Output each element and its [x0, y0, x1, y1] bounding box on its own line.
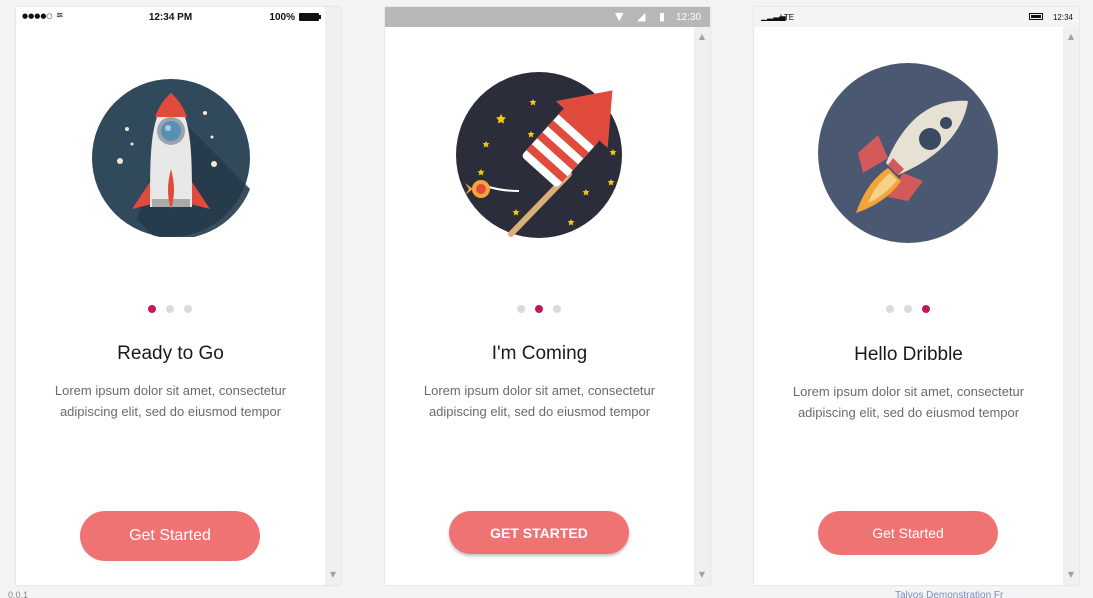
page-dot-3[interactable]: [922, 305, 930, 313]
scrollbar[interactable]: ▼: [325, 7, 341, 585]
battery-level: 100%: [269, 12, 295, 23]
page-indicator: [517, 305, 561, 313]
page-indicator: [886, 305, 930, 313]
ios-screen: ●●●●○ ≋ 12:34 PM 100% Ready to Go Lorem …: [16, 7, 341, 585]
screen-title: I'm Coming: [491, 343, 588, 364]
scrollbar[interactable]: ▲ ▼: [694, 27, 710, 585]
ios-status-bar: ●●●●○ ≋ 12:34 PM 100%: [16, 7, 325, 27]
page-dot-2[interactable]: [166, 305, 174, 313]
scroll-down-icon[interactable]: ▼: [694, 569, 710, 581]
page-dot-3[interactable]: [553, 305, 561, 313]
status-time: 12:30: [676, 12, 702, 23]
get-started-button[interactable]: Get Started: [818, 511, 998, 555]
windows-status-bar: ▁▂▃▄ LTE 12:34: [754, 7, 1079, 27]
page-dot-3[interactable]: [184, 305, 192, 313]
scroll-down-icon[interactable]: ▼: [325, 569, 341, 581]
scroll-up-icon[interactable]: ▲: [1063, 31, 1079, 43]
scroll-up-icon[interactable]: ▲: [694, 31, 710, 43]
signal-icon: ◢: [637, 10, 646, 23]
screen-title: Ready to Go: [117, 343, 224, 364]
page-dot-1[interactable]: [886, 305, 894, 313]
page-indicator: [148, 305, 192, 313]
version-label: 0.0.1: [8, 590, 29, 598]
page-dot-1[interactable]: [148, 305, 156, 313]
scrollbar[interactable]: ▲ ▼: [1063, 27, 1079, 585]
android-screen: ▼ ◢ ▮ 12:30 I'm Coming Lorem ipsum dolor…: [385, 7, 710, 585]
get-started-button[interactable]: Get Started: [80, 511, 260, 561]
battery-icon: ▮: [659, 10, 666, 23]
screen-description: Lorem ipsum dolor sit amet, consectetur …: [792, 384, 1025, 420]
get-started-button[interactable]: GET STARTED: [449, 511, 629, 554]
screen-description: Lorem ipsum dolor sit amet, consectetur …: [423, 383, 656, 419]
wifi-icon: ▼: [615, 10, 624, 23]
status-time: 12:34: [1052, 13, 1073, 22]
launching-rocket-icon: [818, 63, 998, 243]
screen-description: Lorem ipsum dolor sit amet, consectetur …: [54, 383, 287, 419]
screen-title: Hello Dribble: [854, 344, 963, 365]
page-dot-2[interactable]: [535, 305, 543, 313]
android-status-bar: ▼ ◢ ▮ 12:30: [385, 7, 710, 27]
firework-icon: [456, 72, 622, 238]
windows-screen: ▁▂▃▄ LTE 12:34 Hello Dribble Lorem ipsum…: [754, 7, 1079, 585]
footer-link[interactable]: Talvos Demonstration Fr: [895, 590, 1003, 598]
network-type: LTE: [780, 13, 795, 22]
rocket-icon: [92, 79, 250, 237]
battery-icon: [299, 13, 321, 21]
scroll-down-icon[interactable]: ▼: [1063, 569, 1079, 581]
battery-icon: [1029, 13, 1043, 20]
page-dot-2[interactable]: [904, 305, 912, 313]
page-dot-1[interactable]: [517, 305, 525, 313]
